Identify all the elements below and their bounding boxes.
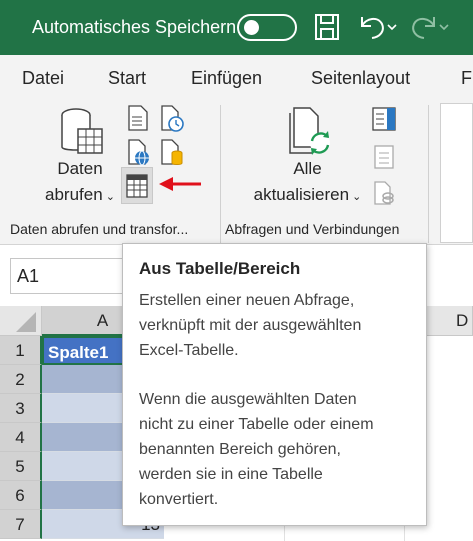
redo-icon[interactable] [410,12,452,47]
tooltip-text-line: Erstellen einer neuen Abfrage, [139,292,355,309]
data-types-gallery[interactable] [440,103,473,243]
red-arrow-icon [157,175,203,198]
tooltip-text-line: konvertiert. [139,491,219,508]
row-header-3[interactable]: 3 [0,394,42,423]
name-box[interactable]: A1 [10,258,124,294]
daten-abrufen-button[interactable]: Daten abrufen ⌄ [40,159,120,205]
chevron-down-icon: ⌄ [349,191,362,203]
tooltip-text-line: verknüpft mit der ausgewählten [139,317,362,334]
existing-connections-icon[interactable] [160,139,184,172]
row-header-4[interactable]: 4 [0,423,42,452]
save-icon[interactable] [313,12,341,47]
tab-einfuegen[interactable]: Einfügen [191,68,262,89]
autosave-toggle[interactable] [237,14,297,41]
chevron-down-icon: ⌄ [102,191,115,203]
row-header-6[interactable]: 6 [0,481,42,510]
tab-seitenlayout[interactable]: Seitenlayout [311,68,410,89]
database-table-icon[interactable] [58,107,106,164]
group-separator [220,105,221,243]
tab-datei[interactable]: Datei [22,68,64,89]
title-bar: Automatisches Speichern [0,0,473,55]
row-header-1[interactable]: 1 [0,336,42,365]
group-separator [428,105,429,243]
aus-tabelle-bereich-button[interactable] [121,167,153,204]
tooltip-text-line: Excel-Tabelle. [139,342,239,359]
tab-start[interactable]: Start [108,68,146,89]
autosave-label: Automatisches Speichern [32,17,237,37]
group-label-abfragen: Abfragen und Verbindungen [225,221,400,237]
tooltip-text-line: werden sie in eine Tabelle [139,466,323,483]
refresh-all-icon[interactable] [288,107,334,162]
ribbon: Datei Start Einfügen Seitenlayout F Date… [0,55,473,245]
alle-aktualisieren-line2: aktualisieren [253,185,350,204]
table-range-icon [126,174,148,203]
toggle-knob [244,20,259,35]
tooltip-text-line: Wenn die ausgewählten Daten [139,391,357,408]
alle-aktualisieren-line1: Alle [293,159,322,178]
tooltip-text-line: nicht zu einer Tabelle oder einem [139,416,374,433]
tab-formeln[interactable]: F [461,68,472,89]
row-header-2[interactable]: 2 [0,365,42,394]
row-header-5[interactable]: 5 [0,452,42,481]
name-box-value: A1 [17,266,40,286]
queries-connections-icon[interactable] [372,107,396,136]
daten-abrufen-line1: Daten [57,159,103,178]
group-label-daten-abrufen: Daten abrufen und transfor... [10,221,189,237]
tooltip-text-line: benannten Bereich gehören, [139,441,341,458]
tooltip-title: Aus Tabelle/Bereich [139,259,301,278]
edit-links-icon[interactable] [374,181,396,210]
alle-aktualisieren-button[interactable]: Alle aktualisieren ⌄ [245,159,370,205]
undo-icon[interactable] [356,12,398,47]
text-csv-icon[interactable] [127,105,149,136]
row-header-7[interactable]: 7 [0,510,42,539]
properties-icon[interactable] [374,145,394,174]
select-all-corner[interactable] [0,306,42,336]
recent-sources-icon[interactable] [160,105,186,138]
daten-abrufen-line2: abrufen [45,185,103,204]
tooltip-aus-tabelle-bereich: Aus Tabelle/Bereich Erstellen einer neue… [122,243,427,526]
